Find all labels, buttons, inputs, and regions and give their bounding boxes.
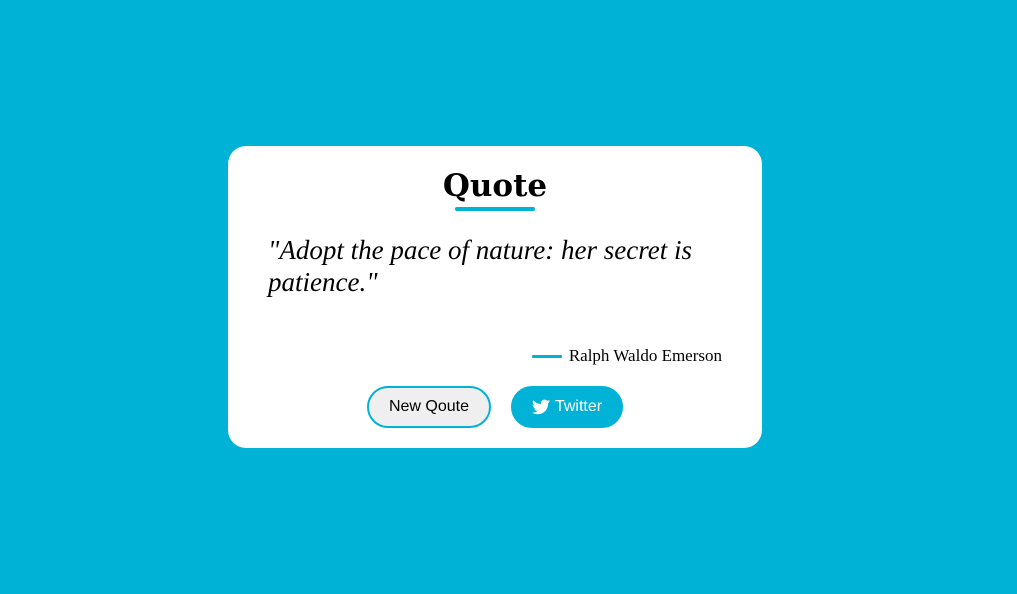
quote-title: Quote xyxy=(442,168,548,204)
twitter-bird-icon xyxy=(531,399,550,415)
quote-card: Quote "Adopt the pace of nature: her sec… xyxy=(228,146,762,448)
title-underline xyxy=(455,207,535,211)
twitter-label: Twitter xyxy=(554,398,603,415)
author-row: Ralph Waldo Emerson xyxy=(531,346,722,366)
twitter-share-button[interactable]: Twitter xyxy=(511,386,623,428)
author-dash xyxy=(531,354,562,358)
quote-text: "Adopt the pace of nature: her secret is… xyxy=(268,235,692,297)
author-name: Ralph Waldo Emerson xyxy=(568,346,722,365)
new-quote-label: New Qoute xyxy=(388,398,470,415)
new-quote-button[interactable]: New Qoute xyxy=(367,386,491,428)
